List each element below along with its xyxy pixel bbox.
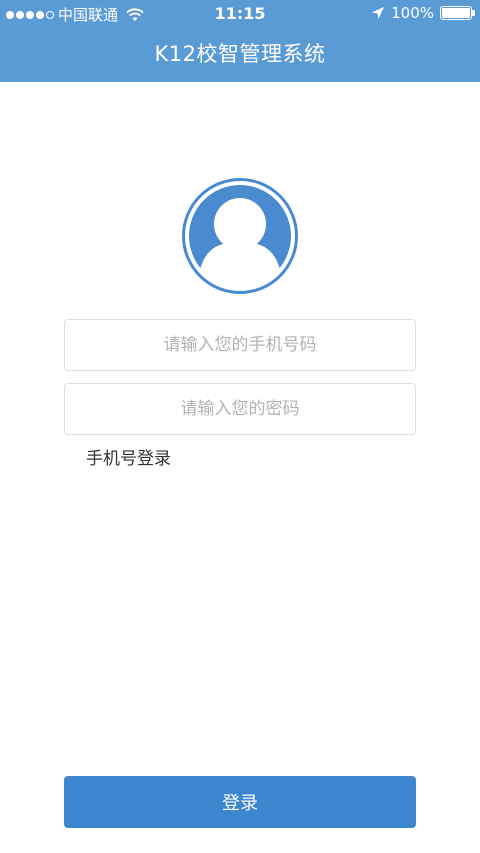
password-input[interactable] xyxy=(65,384,415,434)
location-arrow-icon xyxy=(372,7,385,19)
status-bar: 中国联通 11:15 100% xyxy=(0,0,480,28)
status-right: 100% xyxy=(371,4,475,22)
user-avatar-icon xyxy=(185,181,295,291)
password-field[interactable] xyxy=(64,383,416,435)
login-button[interactable]: 登录 xyxy=(64,776,416,828)
phone-login-link[interactable]: 手机号登录 xyxy=(86,444,171,469)
page-title: K12校智管理系统 xyxy=(154,42,326,66)
avatar xyxy=(182,178,298,294)
battery-icon xyxy=(440,6,475,20)
phone-input[interactable] xyxy=(65,320,415,370)
phone-field[interactable] xyxy=(64,319,416,371)
app-header: 中国联通 11:15 100% K12校智管理系统 xyxy=(0,0,480,82)
battery-percent: 100% xyxy=(391,4,434,22)
